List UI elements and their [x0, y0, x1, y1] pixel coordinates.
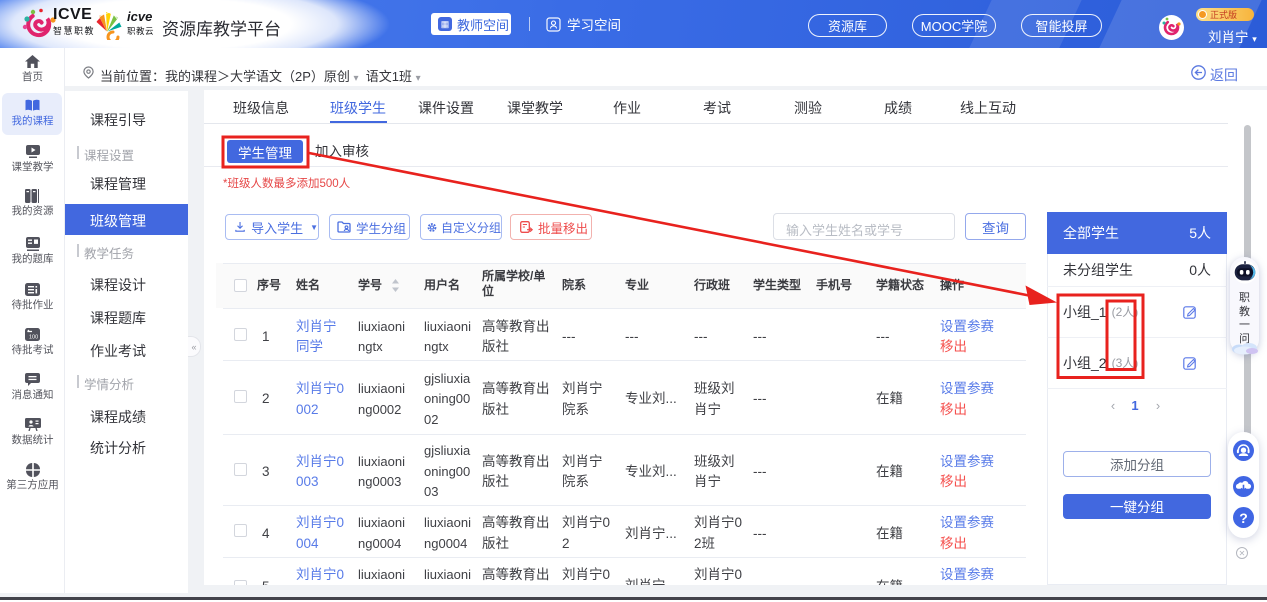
svg-text:100: 100 — [29, 335, 38, 341]
